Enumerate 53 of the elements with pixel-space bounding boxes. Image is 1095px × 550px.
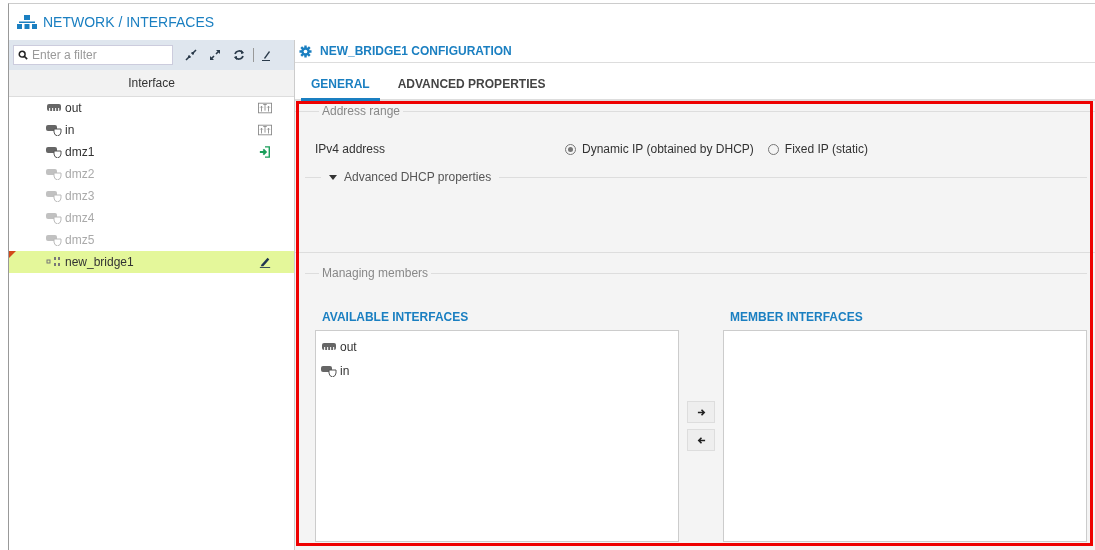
filter-field[interactable]: Enter a filter <box>13 45 173 65</box>
enter-icon <box>258 146 272 158</box>
shield-port-icon <box>46 234 62 246</box>
remove-button[interactable] <box>687 429 715 451</box>
interface-label: out <box>65 101 83 115</box>
port-status-icon <box>258 102 272 114</box>
interface-label: dmz5 <box>65 233 96 247</box>
tab[interactable]: GENERAL <box>301 77 380 101</box>
pencil-icon[interactable] <box>258 256 272 268</box>
interface-label: dmz4 <box>65 211 96 225</box>
refresh-icon[interactable] <box>233 49 245 61</box>
interface-label: dmz1 <box>65 145 96 159</box>
column-header: Interface <box>9 70 294 97</box>
network-icon <box>17 15 37 29</box>
section-legend: Address range <box>319 104 404 118</box>
shield-port-icon <box>46 190 62 202</box>
radio-label: Fixed IP (static) <box>784 142 868 156</box>
shield-port-icon <box>46 168 62 180</box>
shield-port-icon <box>321 365 337 377</box>
interface-item[interactable]: new_bridge1 <box>9 251 294 273</box>
list-item[interactable]: out <box>321 335 673 359</box>
tab[interactable]: ADVANCED PROPERTIES <box>387 77 556 101</box>
interface-item[interactable]: out <box>9 97 294 119</box>
left-arrow-icon <box>696 435 706 445</box>
port-icon <box>321 341 337 353</box>
gear-icon <box>299 44 312 58</box>
list-title: AVAILABLE INTERFACES <box>321 310 470 326</box>
right-arrow-icon <box>696 407 706 417</box>
expand-icon[interactable] <box>209 49 221 61</box>
section-legend: Managing members <box>319 266 432 280</box>
page-title: NETWORK / INTERFACES <box>43 14 215 30</box>
pencil-icon[interactable] <box>262 49 270 61</box>
radio-label: Dynamic IP (obtained by DHCP) <box>582 142 754 156</box>
interface-item[interactable]: in <box>9 119 294 141</box>
interface-label: dmz3 <box>65 189 96 203</box>
port-status-icon <box>258 124 272 136</box>
list-title: MEMBER INTERFACES <box>729 310 864 326</box>
shield-port-icon <box>46 146 62 158</box>
interface-label: dmz2 <box>65 167 96 181</box>
bridge-icon <box>46 256 62 268</box>
shield-port-icon <box>46 212 62 224</box>
search-icon <box>18 50 28 60</box>
interface-label: new_bridge1 <box>65 255 135 269</box>
shield-port-icon <box>46 124 62 136</box>
dhcp-toggle[interactable]: Advanced DHCP properties <box>325 170 496 184</box>
add-button[interactable] <box>687 401 715 423</box>
list-item[interactable]: in <box>321 359 673 383</box>
interface-item[interactable]: dmz1 <box>9 141 294 163</box>
collapse-icon[interactable] <box>185 49 197 61</box>
field-label: IPv4 address <box>315 142 387 156</box>
port-icon <box>46 102 62 114</box>
interface-label: in <box>65 123 76 137</box>
panel-title: NEW_BRIDGE1 CONFIGURATION <box>320 44 512 58</box>
